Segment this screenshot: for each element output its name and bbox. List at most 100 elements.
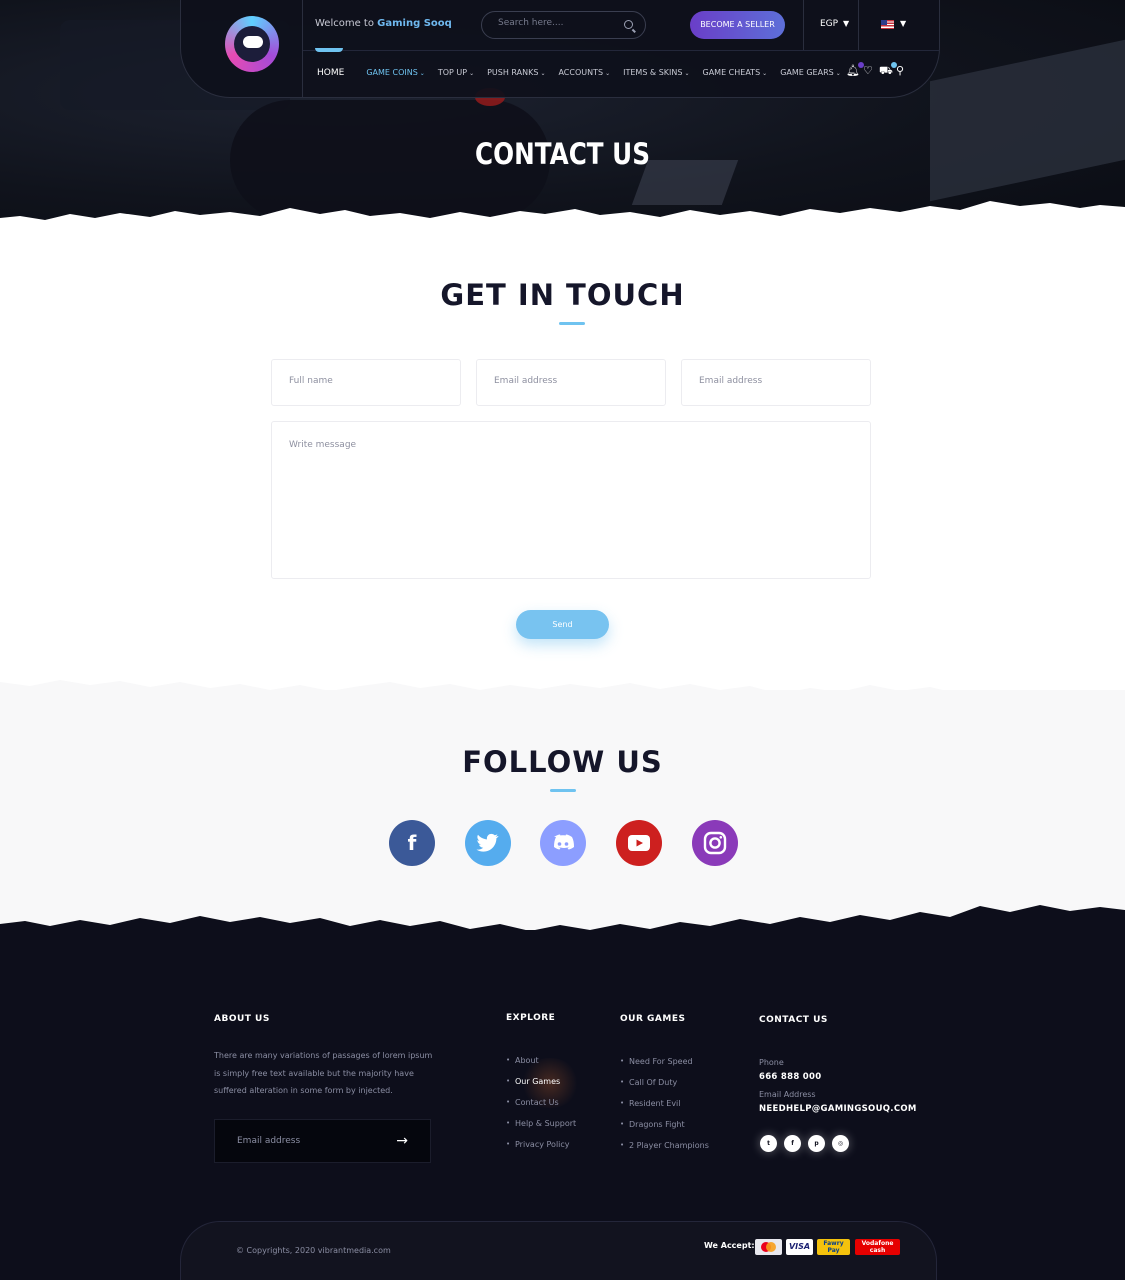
welcome-brand: Gaming Sooq <box>377 18 452 29</box>
twitter-icon[interactable] <box>465 820 511 866</box>
menu-label: GAME GEARS <box>780 68 834 77</box>
site-logo[interactable] <box>225 16 279 72</box>
youtube-play-icon <box>628 835 650 851</box>
menu-item-game-cheats[interactable]: GAME CHEATS ⌄ <box>703 68 768 78</box>
welcome-text: Welcome to Gaming Sooq <box>315 18 452 29</box>
game-link[interactable]: Resident Evil <box>620 1093 709 1114</box>
instagram-icon[interactable]: ◎ <box>832 1135 849 1152</box>
explore-title: EXPLORE <box>506 1013 556 1023</box>
search-icon[interactable] <box>624 20 633 29</box>
instagram-camera-icon <box>703 831 727 855</box>
gamepad-icon <box>243 36 263 48</box>
menu-item-game-gears[interactable]: GAME GEARS ⌄ <box>780 68 841 78</box>
full-name-input[interactable] <box>289 376 443 386</box>
email-field-secondary <box>681 359 871 406</box>
us-flag-icon[interactable] <box>881 20 894 29</box>
cart-icon[interactable]: ⛟ <box>879 62 897 77</box>
menu-label: ACCOUNTS <box>558 68 604 77</box>
divider <box>803 0 804 50</box>
divider <box>858 0 859 50</box>
message-input[interactable] <box>289 440 853 560</box>
discord-icon[interactable] <box>540 820 586 866</box>
search-input[interactable] <box>498 18 618 28</box>
copyright-text: © Copyrights, 2020 vibrantmedia.com <box>236 1246 391 1255</box>
search-box <box>481 11 646 39</box>
get-in-touch-title: GET IN TOUCH <box>440 278 685 312</box>
vodafone-cash-icon: Vodafone cash <box>855 1239 900 1255</box>
game-link[interactable]: Need For Speed <box>620 1051 709 1072</box>
instagram-icon[interactable] <box>692 820 738 866</box>
game-link[interactable]: Call Of Duty <box>620 1072 709 1093</box>
caret-down-icon: ▼ <box>842 19 850 28</box>
follow-us-title: FOLLOW US <box>462 745 663 779</box>
become-seller-button[interactable]: BECOME A SELLER <box>690 11 785 39</box>
page-title: CONTACT US <box>475 137 650 171</box>
mastercard-icon <box>755 1239 782 1255</box>
twitter-bird-icon <box>476 833 499 852</box>
caret-down-icon[interactable]: ▼ <box>900 19 906 28</box>
email-value[interactable]: NEEDHELP@GAMINGSOUQ.COM <box>759 1104 917 1114</box>
youtube-icon[interactable] <box>616 820 662 866</box>
user-tools: 🔔︎ ♡ ⛟ ⚲ <box>846 62 906 79</box>
chevron-down-icon: ⌄ <box>540 70 546 77</box>
email-label: Email Address <box>759 1090 816 1099</box>
menu-label: HOME <box>317 68 345 78</box>
title-underline <box>559 322 585 325</box>
menu-item-top-up[interactable]: TOP UP ⌄ <box>438 68 474 78</box>
email-input-secondary[interactable] <box>699 376 853 386</box>
pinterest-icon[interactable]: p <box>808 1135 825 1152</box>
menu-item-game-coins[interactable]: GAME COINS ⌄ <box>366 68 425 78</box>
explore-list: About Our Games Contact Us Help & Suppor… <box>506 1050 576 1155</box>
explore-link-privacy-policy[interactable]: Privacy Policy <box>506 1134 576 1155</box>
arrow-right-icon[interactable]: → <box>396 1133 408 1149</box>
menu-label: PUSH RANKS <box>487 68 539 77</box>
phone-label: Phone <box>759 1058 784 1067</box>
user-icon[interactable]: ⚲ <box>896 65 904 77</box>
explore-link-about[interactable]: About <box>506 1050 576 1071</box>
heart-icon[interactable]: ♡ <box>863 65 873 77</box>
newsletter-email-input[interactable] <box>237 1136 377 1146</box>
welcome-prefix: Welcome to <box>315 18 378 29</box>
chevron-down-icon: ⌄ <box>684 70 690 77</box>
chevron-down-icon: ⌄ <box>835 70 841 77</box>
games-list: Need For Speed Call Of Duty Resident Evi… <box>620 1051 709 1156</box>
email-field <box>476 359 666 406</box>
menu-item-home[interactable]: HOME <box>314 48 345 78</box>
full-name-field <box>271 359 461 406</box>
about-title: ABOUT US <box>214 1014 270 1024</box>
hero-background-shape <box>930 38 1125 202</box>
torn-paper-edge <box>0 201 1125 241</box>
contact-us-title: CONTACT US <box>759 1015 828 1025</box>
top-navbar: Welcome to Gaming Sooq BECOME A SELLER E… <box>180 0 940 98</box>
facebook-icon[interactable]: f <box>784 1135 801 1152</box>
menu-label: GAME CHEATS <box>702 68 761 77</box>
game-link[interactable]: Dragons Fight <box>620 1114 709 1135</box>
send-button[interactable]: Send <box>516 610 609 639</box>
menu-item-accounts[interactable]: ACCOUNTS ⌄ <box>558 68 610 78</box>
our-games-title: OUR GAMES <box>620 1014 686 1024</box>
menu-label: TOP UP <box>437 68 468 77</box>
menu-item-push-ranks[interactable]: PUSH RANKS ⌄ <box>487 68 545 78</box>
currency-value: EGP <box>820 19 839 29</box>
torn-paper-edge <box>0 905 1125 951</box>
menu-label: GAME COINS <box>366 68 418 77</box>
twitter-icon[interactable]: t <box>760 1135 777 1152</box>
message-field <box>271 421 871 579</box>
explore-link-our-games[interactable]: Our Games <box>506 1071 576 1092</box>
email-input[interactable] <box>494 376 648 386</box>
logo-container <box>181 0 303 98</box>
discord-logo-icon <box>554 834 574 850</box>
menu-label: ITEMS & SKINS <box>623 68 683 77</box>
facebook-icon[interactable]: f <box>389 820 435 866</box>
mastercard-circles <box>761 1242 776 1252</box>
explore-link-help-support[interactable]: Help & Support <box>506 1113 576 1134</box>
explore-link-contact-us[interactable]: Contact Us <box>506 1092 576 1113</box>
title-underline <box>550 789 576 792</box>
menu-item-items-skins[interactable]: ITEMS & SKINS ⌄ <box>623 68 689 78</box>
main-menu: HOME GAME COINS ⌄ TOP UP ⌄ PUSH RANKS ⌄ ACC… <box>314 48 854 78</box>
divider <box>303 50 939 51</box>
bell-icon[interactable]: 🔔︎ <box>846 62 864 77</box>
game-link[interactable]: 2 Player Champions <box>620 1135 709 1156</box>
phone-value[interactable]: 666 888 000 <box>759 1072 821 1082</box>
currency-selector[interactable]: EGP ▼ <box>820 19 849 29</box>
